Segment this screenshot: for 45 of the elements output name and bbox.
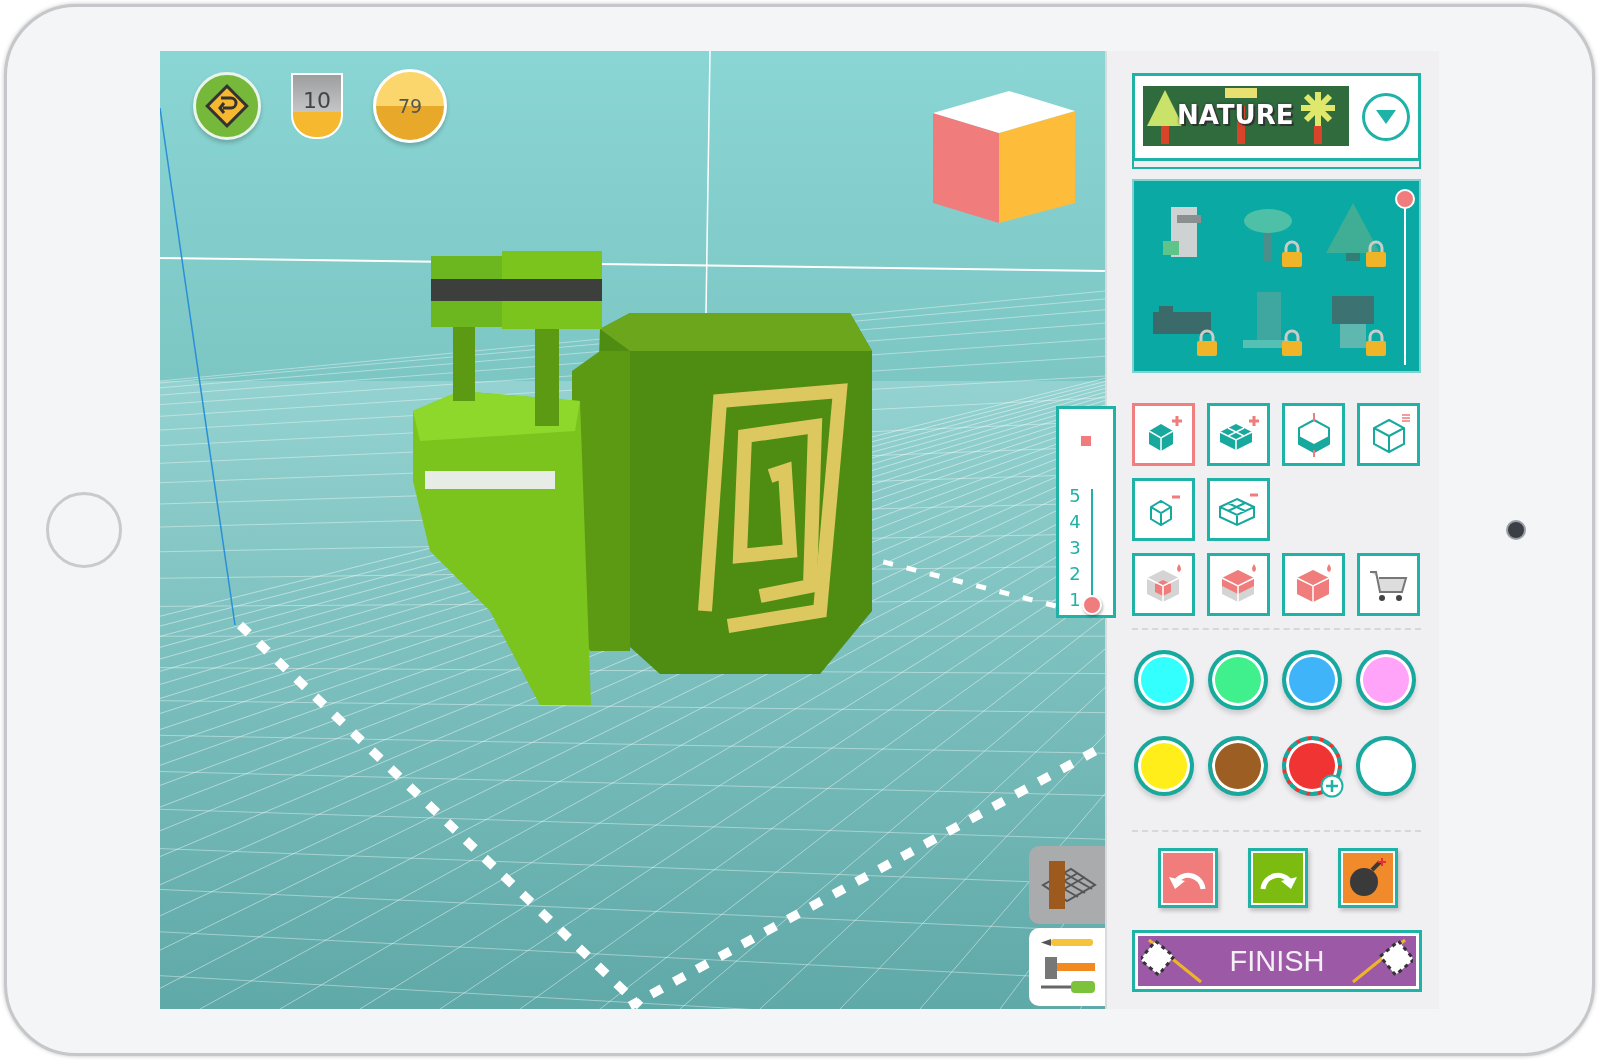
- camera-lens: [1505, 520, 1526, 540]
- tool-button[interactable]: [1282, 553, 1345, 616]
- triangle-down-icon: [1376, 110, 1397, 124]
- padlock-icon: [1280, 240, 1303, 268]
- mode-tab[interactable]: [1029, 846, 1105, 924]
- color-swatch[interactable]: [1356, 650, 1416, 710]
- padlock-icon: [1196, 329, 1219, 357]
- tool-button[interactable]: [1207, 403, 1270, 466]
- undo-button[interactable]: [1158, 848, 1218, 908]
- padlock-icon: [1365, 329, 1387, 357]
- color-swatch[interactable]: [1134, 736, 1194, 796]
- padlock-icon: [1365, 240, 1387, 268]
- layer-number: 3: [1069, 536, 1081, 560]
- color-swatch[interactable]: [1282, 736, 1342, 796]
- tool-button[interactable]: [1132, 478, 1195, 541]
- clear-button[interactable]: [1338, 848, 1398, 908]
- slider-thumb[interactable]: [1081, 595, 1102, 615]
- tool-button[interactable]: [1132, 403, 1195, 466]
- dropdown-button[interactable]: [1362, 93, 1410, 141]
- color-swatch[interactable]: [1134, 650, 1194, 710]
- checkered-flag-icon: [1141, 938, 1205, 984]
- level-badge: 10: [291, 73, 343, 139]
- color-swatch[interactable]: [1208, 650, 1268, 710]
- color-swatch[interactable]: [1356, 736, 1416, 796]
- tool-button[interactable]: [1132, 553, 1195, 616]
- layer-number: 4: [1069, 510, 1081, 534]
- finish-button[interactable]: FINISH: [1132, 930, 1422, 992]
- tool-button[interactable]: [1207, 478, 1270, 541]
- color-swatch[interactable]: [1208, 736, 1268, 796]
- layer-number: 2: [1069, 562, 1081, 586]
- redo-button[interactable]: [1248, 848, 1308, 908]
- scroll-bar[interactable]: [1395, 187, 1415, 367]
- tool-button[interactable]: [1357, 553, 1420, 616]
- plus-icon: [1320, 774, 1344, 798]
- color-cube-icon: [933, 91, 1075, 223]
- layer-number: 5: [1069, 484, 1081, 508]
- tool-button[interactable]: [1357, 403, 1420, 466]
- padlock-icon: [1280, 329, 1303, 357]
- tool-button[interactable]: [1207, 553, 1270, 616]
- mode-tab[interactable]: [1029, 928, 1105, 1006]
- home-button[interactable]: [45, 492, 122, 568]
- checkered-flag-icon: [1349, 938, 1413, 984]
- color-swatch[interactable]: [1282, 650, 1342, 710]
- layer-number: 1: [1069, 588, 1081, 612]
- tool-button[interactable]: [1282, 403, 1345, 466]
